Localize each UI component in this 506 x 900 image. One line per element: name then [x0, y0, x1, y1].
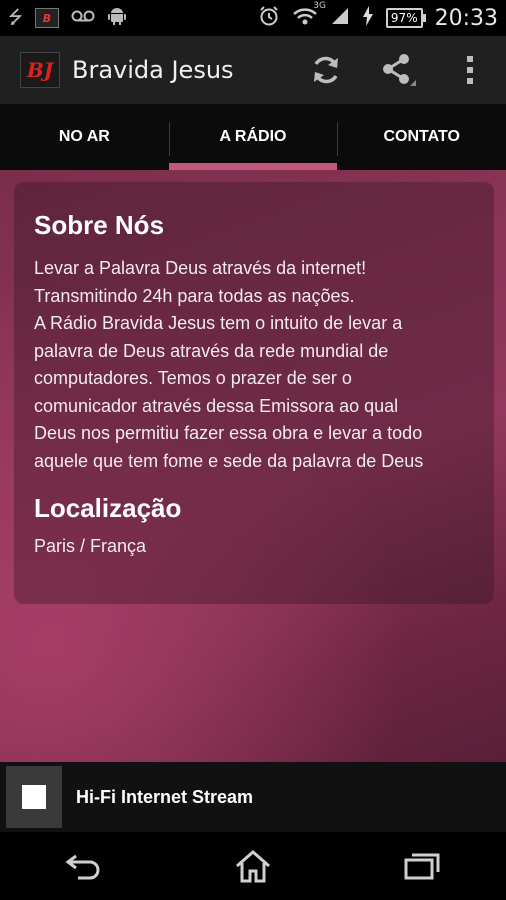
content-area[interactable]: Sobre Nós Levar a Palavra Deus através d…: [0, 170, 506, 762]
about-text: Levar a Palavra Deus através da internet…: [34, 255, 474, 475]
tab-bar: NO AR A RÁDIO CONTATO: [0, 104, 506, 170]
stream-player: Hi-Fi Internet Stream: [0, 762, 506, 832]
stream-title: Hi-Fi Internet Stream: [76, 786, 254, 807]
app-title: Bravida Jesus: [72, 56, 234, 84]
action-bar: BJ Bravida Jesus: [0, 36, 506, 104]
about-card: Sobre Nós Levar a Palavra Deus através d…: [14, 182, 494, 604]
network-type-label: 3G: [313, 1, 326, 11]
signal-icon: [330, 6, 350, 30]
home-icon: [235, 850, 270, 883]
app-logo[interactable]: BJ: [20, 52, 60, 88]
refresh-icon: [314, 56, 338, 84]
tab-a-radio[interactable]: A RÁDIO: [168, 104, 338, 170]
battery-level: 97%: [390, 11, 418, 25]
recent-apps-icon: [404, 853, 440, 880]
refresh-button[interactable]: [290, 36, 362, 104]
status-icons-right: 3G 97% 20:33: [258, 2, 498, 31]
alarm-icon: [258, 5, 280, 31]
about-line: aquele que tem fome e sede da palavra de…: [34, 450, 424, 471]
share-button[interactable]: [362, 36, 434, 104]
battery-icon: 97%: [385, 8, 426, 28]
about-line: Levar a Palavra Deus através da internet…: [34, 258, 367, 278]
usb-icon: ⭍: [8, 7, 23, 28]
tab-no-ar[interactable]: NO AR: [0, 104, 169, 170]
overflow-menu-icon: [467, 56, 473, 84]
tab-contato[interactable]: CONTATO: [337, 104, 506, 170]
location-heading: Localização: [34, 493, 182, 523]
charging-icon: [362, 6, 374, 30]
home-button[interactable]: [213, 836, 293, 896]
status-icons-left: ⭍ B: [8, 6, 127, 30]
about-line: comunicador através dessa Emissora ao qu…: [34, 395, 399, 416]
location-value: Paris / França: [34, 536, 147, 556]
about-line: Transmitindo 24h para todas as nações.: [34, 285, 355, 306]
back-button[interactable]: [44, 836, 124, 896]
stop-button[interactable]: [6, 766, 62, 828]
android-icon: [107, 6, 127, 30]
navigation-bar: [0, 832, 506, 900]
back-icon: [65, 854, 100, 880]
about-line: A Rádio Bravida Jesus tem o intuito de l…: [34, 313, 403, 333]
stop-icon: [22, 785, 46, 809]
app-notification-icon: B: [35, 8, 59, 28]
share-icon: [383, 54, 416, 86]
recent-apps-button[interactable]: [382, 836, 462, 896]
overflow-menu-button[interactable]: [434, 36, 506, 104]
voicemail-icon: [71, 9, 95, 27]
clock: 20:33: [434, 5, 498, 31]
about-line: Deus nos permitiu fazer essa obra e leva…: [34, 423, 423, 443]
about-line: palavra de Deus através da rede mundial …: [34, 340, 389, 361]
about-line: computadores. Temos o prazer de ser o: [34, 368, 352, 388]
about-heading: Sobre Nós: [34, 210, 165, 240]
wifi-icon: 3G: [292, 2, 326, 30]
status-bar: ⭍ B 3G 97% 20:33: [0, 0, 506, 36]
